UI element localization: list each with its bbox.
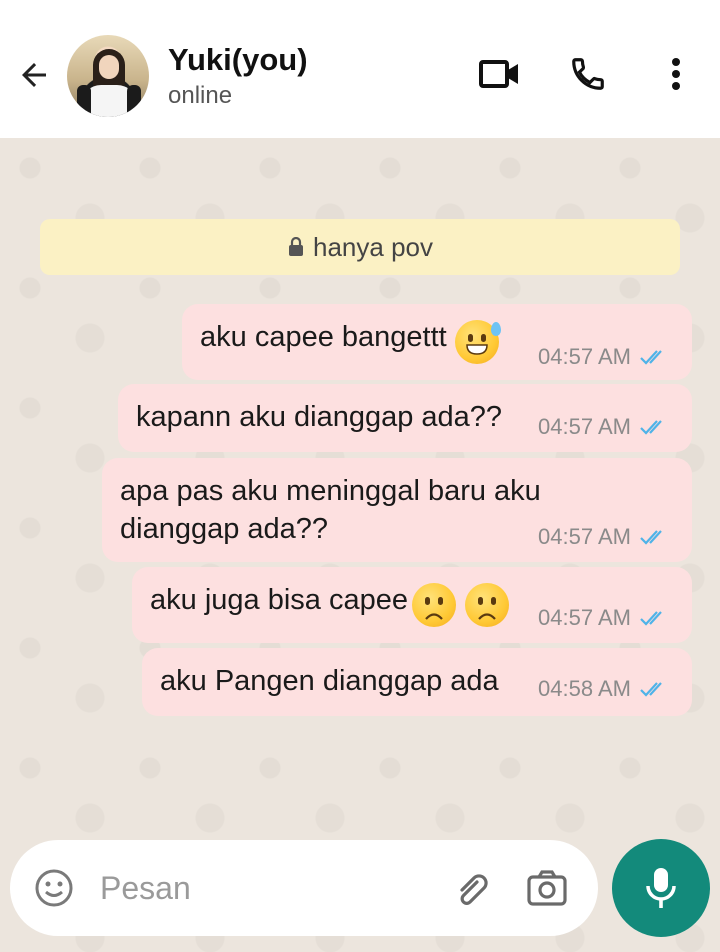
frowning-emoji-icon bbox=[464, 582, 509, 627]
message-bubble[interactable]: apa pas aku meninggal baru aku dianggap … bbox=[102, 458, 692, 562]
video-call-icon[interactable] bbox=[476, 52, 524, 96]
camera-icon[interactable] bbox=[526, 868, 568, 913]
message-text: kapann aku dianggap ada?? bbox=[136, 401, 503, 433]
message-time: 04:57 AM bbox=[538, 344, 631, 369]
message-input-bar[interactable]: Pesan bbox=[10, 840, 598, 936]
message-time: 04:57 AM bbox=[538, 605, 631, 630]
message-bubble[interactable]: aku Pangen dianggap ada 04:58 AM bbox=[142, 648, 692, 716]
message-bubble[interactable]: aku capee bangettt 04:57 AM bbox=[182, 304, 692, 380]
double-check-icon bbox=[640, 350, 662, 365]
contact-name[interactable]: Yuki(you) bbox=[168, 42, 308, 78]
message-time: 04:57 AM bbox=[538, 414, 631, 439]
message-text: apa pas aku meninggal baru aku dianggap … bbox=[120, 475, 541, 545]
double-check-icon bbox=[640, 611, 662, 626]
message-bubble[interactable]: aku juga bisa capee 04:57 AM bbox=[132, 567, 692, 643]
grinning-sweat-emoji-icon bbox=[455, 319, 502, 364]
system-notice-text: hanya pov bbox=[313, 231, 433, 262]
system-notice: hanya pov bbox=[40, 219, 680, 275]
message-text: aku Pangen dianggap ada bbox=[160, 665, 499, 697]
double-check-icon bbox=[640, 420, 662, 435]
message-text: aku capee bangettt bbox=[200, 321, 447, 353]
mic-icon bbox=[646, 868, 676, 908]
paperclip-icon[interactable] bbox=[452, 868, 492, 913]
lock-icon bbox=[287, 237, 305, 257]
message-time: 04:58 AM bbox=[538, 676, 631, 701]
back-arrow-icon[interactable] bbox=[14, 55, 54, 95]
frowning-emoji-icon bbox=[412, 582, 457, 627]
contact-status: online bbox=[168, 82, 233, 109]
message-text: aku juga bisa capee bbox=[150, 584, 408, 616]
message-input[interactable]: Pesan bbox=[100, 870, 191, 907]
chat-header: Yuki(you) online bbox=[0, 0, 720, 138]
mic-button[interactable] bbox=[612, 839, 710, 937]
more-vertical-icon[interactable] bbox=[652, 52, 700, 96]
phone-icon[interactable] bbox=[564, 52, 612, 96]
avatar[interactable] bbox=[67, 35, 149, 117]
message-bubble[interactable]: kapann aku dianggap ada?? 04:57 AM bbox=[118, 384, 692, 452]
double-check-icon bbox=[640, 530, 662, 545]
emoji-icon[interactable] bbox=[34, 868, 74, 913]
message-time: 04:57 AM bbox=[538, 524, 631, 549]
double-check-icon bbox=[640, 682, 662, 697]
